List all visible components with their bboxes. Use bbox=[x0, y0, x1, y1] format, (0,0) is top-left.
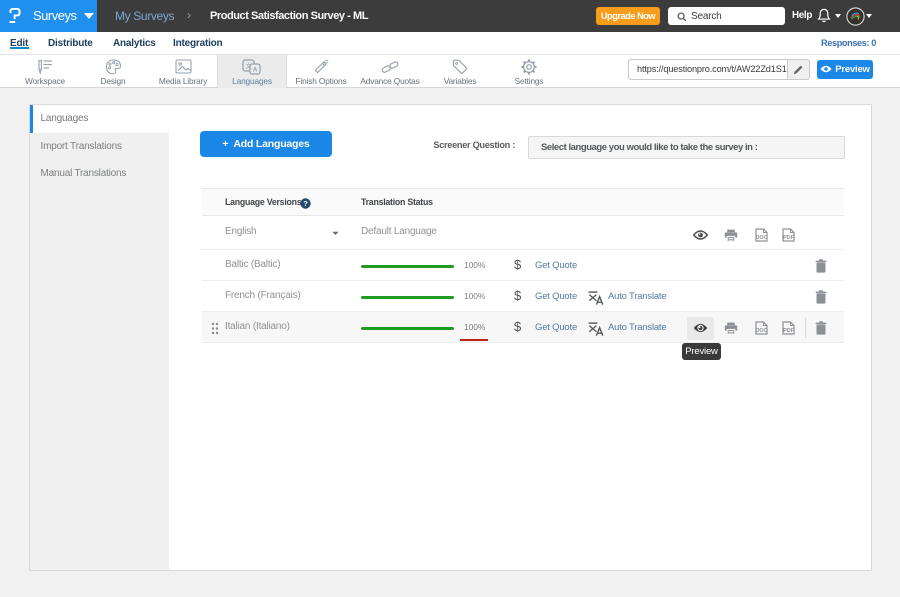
svg-text:PDF: PDF bbox=[783, 235, 794, 241]
svg-text:DOC: DOC bbox=[756, 235, 768, 241]
svg-text:DOC: DOC bbox=[756, 328, 768, 334]
svg-text:?: ? bbox=[303, 199, 308, 208]
svg-text:PDF: PDF bbox=[783, 328, 794, 334]
svg-text:文: 文 bbox=[245, 61, 252, 70]
svg-text:A: A bbox=[253, 66, 258, 73]
